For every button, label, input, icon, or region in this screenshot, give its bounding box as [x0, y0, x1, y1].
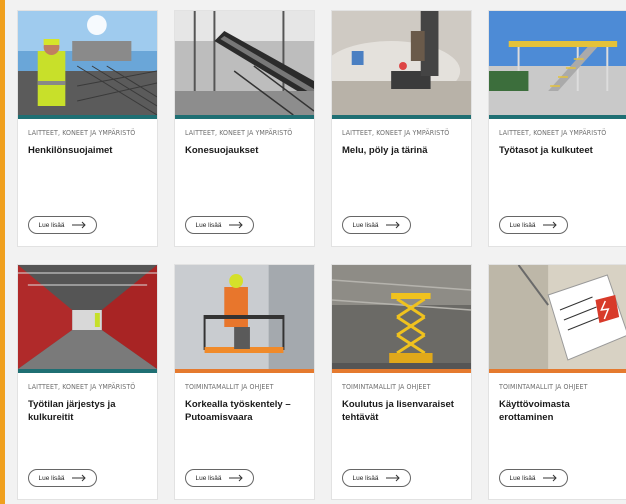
read-more-button[interactable]: Lue lisää	[28, 216, 97, 234]
article-card-grid: LAITTEET, KONEET JA YMPÄRISTÖ Henkilönsu…	[0, 0, 626, 504]
card-image-lift-basket	[175, 265, 314, 369]
read-more-label: Lue lisää	[352, 221, 379, 229]
read-more-button[interactable]: Lue lisää	[499, 216, 568, 234]
arrow-right-icon	[542, 474, 557, 482]
arrow-right-icon	[71, 474, 86, 482]
card-band	[489, 115, 626, 119]
card-title[interactable]: Työtasot ja kulkuteet	[499, 144, 618, 157]
read-more-button[interactable]: Lue lisää	[342, 469, 411, 487]
card-category: TOIMINTAMALLIT JA OHJEET	[185, 383, 274, 391]
card-image-corridor	[18, 265, 157, 369]
read-more-button[interactable]: Lue lisää	[499, 469, 568, 487]
card-title[interactable]: Henkilönsuojaimet	[28, 144, 147, 157]
arrow-right-icon	[385, 474, 400, 482]
arrow-right-icon	[385, 221, 400, 229]
card-category: LAITTEET, KONEET JA YMPÄRISTÖ	[28, 383, 136, 391]
read-more-label: Lue lisää	[38, 221, 65, 229]
read-more-label: Lue lisää	[195, 221, 222, 229]
article-card-tyotasot-kulkuteet[interactable]: LAITTEET, KONEET JA YMPÄRISTÖ Työtasot j…	[488, 10, 626, 247]
card-band	[175, 115, 314, 119]
read-more-button[interactable]: Lue lisää	[28, 469, 97, 487]
arrow-right-icon	[542, 221, 557, 229]
card-image-scissor-lift	[332, 265, 471, 369]
article-card-korkealla-tyoskentely[interactable]: TOIMINTAMALLIT JA OHJEET Korkealla työsk…	[174, 264, 315, 500]
card-category: TOIMINTAMALLIT JA OHJEET	[499, 383, 588, 391]
article-card-tyotilan-jarjestys[interactable]: LAITTEET, KONEET JA YMPÄRISTÖ Työtilan j…	[17, 264, 158, 500]
card-category: LAITTEET, KONEET JA YMPÄRISTÖ	[499, 129, 607, 137]
card-title[interactable]: Korkealla työskentely – Putoamisvaara	[185, 398, 304, 424]
card-title[interactable]: Käyttövoimasta erottaminen	[499, 398, 618, 424]
card-image-worker-rebar	[18, 11, 157, 115]
read-more-button[interactable]: Lue lisää	[185, 469, 254, 487]
article-card-melu-poly-tarina[interactable]: LAITTEET, KONEET JA YMPÄRISTÖ Melu, pöly…	[331, 10, 472, 247]
read-more-label: Lue lisää	[509, 221, 536, 229]
read-more-button[interactable]: Lue lisää	[342, 216, 411, 234]
card-category: LAITTEET, KONEET JA YMPÄRISTÖ	[185, 129, 293, 137]
card-image-platform-stairs	[489, 11, 626, 115]
arrow-right-icon	[71, 221, 86, 229]
card-band	[18, 115, 157, 119]
card-title[interactable]: Koulutus ja lisenvaraiset tehtävät	[342, 398, 461, 424]
card-image-lockout-tag	[489, 265, 626, 369]
article-card-koulutus[interactable]: TOIMINTAMALLIT JA OHJEET Koulutus ja lis…	[331, 264, 472, 500]
card-band	[332, 369, 471, 373]
card-title[interactable]: Työtilan järjestys ja kulkureitit	[28, 398, 147, 424]
card-image-conveyor	[175, 11, 314, 115]
article-card-henkilonsuojaimet[interactable]: LAITTEET, KONEET JA YMPÄRISTÖ Henkilönsu…	[17, 10, 158, 247]
card-title[interactable]: Konesuojaukset	[185, 144, 304, 157]
read-more-label: Lue lisää	[352, 474, 379, 482]
read-more-label: Lue lisää	[195, 474, 222, 482]
card-band	[18, 369, 157, 373]
card-band	[175, 369, 314, 373]
card-category: LAITTEET, KONEET JA YMPÄRISTÖ	[28, 129, 136, 137]
read-more-label: Lue lisää	[38, 474, 65, 482]
card-category: TOIMINTAMALLIT JA OHJEET	[342, 383, 431, 391]
read-more-button[interactable]: Lue lisää	[185, 216, 254, 234]
article-card-konesuojaukset[interactable]: LAITTEET, KONEET JA YMPÄRISTÖ Konesuojau…	[174, 10, 315, 247]
card-title[interactable]: Melu, pöly ja tärinä	[342, 144, 461, 157]
card-image-concrete-saw	[332, 11, 471, 115]
arrow-right-icon	[228, 221, 243, 229]
arrow-right-icon	[228, 474, 243, 482]
card-band	[489, 369, 626, 373]
card-band	[332, 115, 471, 119]
article-card-kayttovoimasta-erottaminen[interactable]: TOIMINTAMALLIT JA OHJEET Käyttövoimasta …	[488, 264, 626, 500]
read-more-label: Lue lisää	[509, 474, 536, 482]
card-category: LAITTEET, KONEET JA YMPÄRISTÖ	[342, 129, 450, 137]
